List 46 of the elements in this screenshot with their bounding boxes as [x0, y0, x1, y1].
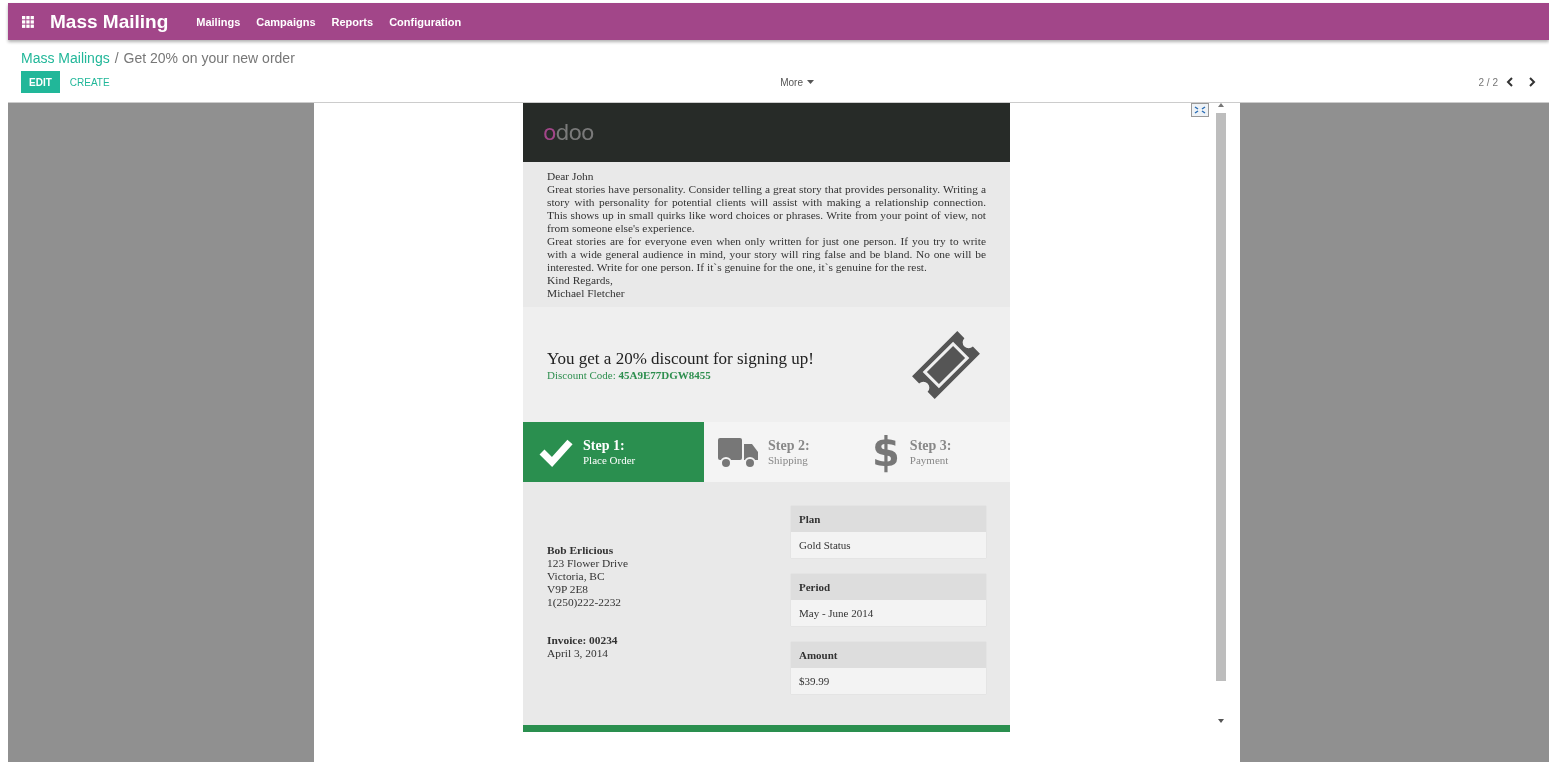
invoice-number: Invoice: 00234 — [547, 634, 619, 647]
signature: Michael Fletcher — [547, 287, 626, 300]
detail-label: Amount — [791, 642, 986, 668]
breadcrumb-separator: / — [114, 50, 119, 66]
customer-name: Bob Erlicious — [547, 544, 615, 557]
invoice-date: April 3, 2014 — [547, 647, 610, 660]
address-line: 1(250)222-2232 — [547, 596, 623, 609]
chevron-left-icon[interactable] — [1506, 77, 1514, 87]
scroll-up-icon — [1218, 103, 1224, 107]
scroll-down-icon — [1218, 719, 1224, 723]
paragraph: Great stories have personality. Consider telling a great story that provides personality. Writing a story with personality for potential clients will assist with making a relationship connection. This shows up in small quirks like word choices or phrases. Write from your point of view, not from someone else's experience. — [547, 183, 986, 235]
apps-grid-icon[interactable] — [22, 15, 34, 28]
detail-label: Period — [791, 574, 986, 600]
expand-icon[interactable] — [1191, 103, 1209, 117]
step-title: Step 3: — [909, 438, 952, 454]
detail-value: Gold Status — [798, 538, 852, 553]
detail-value: $39.99 — [798, 674, 831, 689]
address-line: Victoria, BC — [547, 570, 606, 583]
page-title: Get 20% on your new order — [123, 50, 295, 66]
menu-item[interactable]: Configuration — [389, 15, 462, 28]
menu-item[interactable]: Campaigns — [256, 15, 316, 28]
step-title: Step 1: — [583, 438, 626, 454]
detail-label: Plan — [791, 506, 986, 532]
truck-icon — [718, 435, 758, 469]
step-subtitle: Payment — [909, 454, 950, 466]
menu-item[interactable]: Reports — [331, 15, 374, 28]
discount-headline: You get a 20% discount for signing up! — [547, 348, 815, 369]
more-dropdown[interactable]: More — [780, 76, 814, 88]
paragraph: Great stories are for everyone even when only written for just one person. If you try to write with a wide general audience in mind, your story will ring false and be bland. No one will be interested. Write for one person. If it`s genuine for the one, it`s genuine for the rest. — [547, 235, 986, 274]
discount-code: Discount Code: 45A9E77DGW8455 — [547, 368, 712, 381]
detail-value: May - June 2014 — [798, 606, 875, 621]
step-subtitle: Place Order — [583, 454, 636, 466]
caret-icon — [806, 80, 814, 84]
step-subtitle: Shipping — [768, 454, 809, 466]
app-title: Mass Mailing — [50, 10, 169, 33]
dollar-icon: $ — [872, 432, 900, 472]
step-title: Step 2: — [768, 438, 810, 454]
logo: odoo — [543, 120, 594, 145]
pager-count: 2 / 2 — [1478, 76, 1498, 88]
address-line: V9P 2E8 — [547, 583, 590, 596]
closing: Kind Regards, — [547, 274, 614, 287]
chevron-right-icon[interactable] — [1528, 77, 1536, 87]
scroll-thumb[interactable] — [1216, 113, 1226, 681]
address-line: 123 Flower Drive — [547, 557, 629, 570]
menu-item[interactable]: Mailings — [196, 15, 241, 28]
greeting: Dear John — [547, 170, 595, 183]
